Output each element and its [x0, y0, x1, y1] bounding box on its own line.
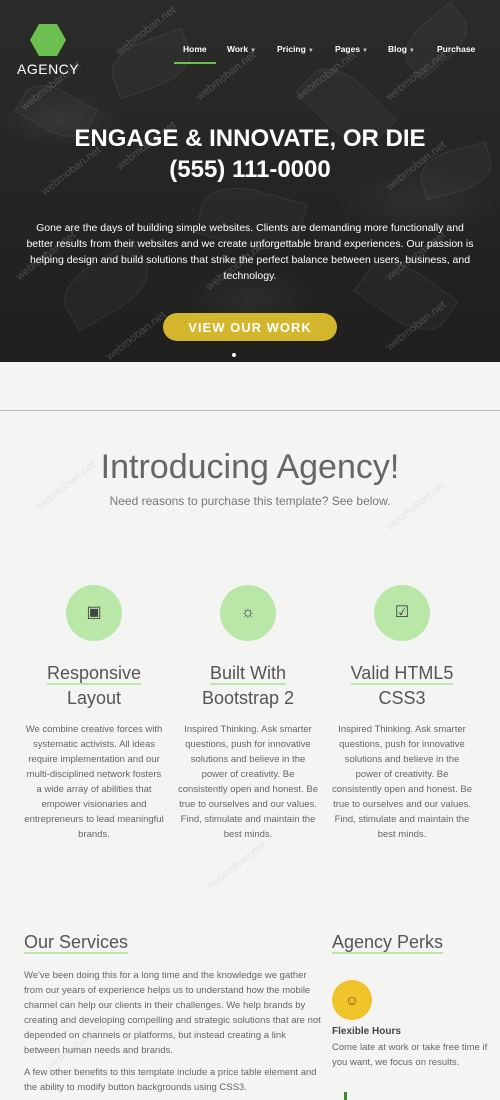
- hero-phone: (555) 111-0000: [169, 156, 331, 183]
- services-paragraph: A few other benefits to this template in…: [24, 1067, 317, 1093]
- decor-leaf: [394, 1, 478, 81]
- feature-title: Built With Bootstrap 2: [201, 663, 295, 708]
- nav-purchase[interactable]: Purchase: [437, 44, 475, 54]
- sun-icon: ☼: [220, 585, 276, 641]
- services-paragraph: We've been doing this for a long time an…: [24, 970, 321, 1056]
- checkbox-icon: ☑: [374, 585, 430, 641]
- hero-section: webmoban.net webmoban.net webmoban.net w…: [0, 0, 500, 362]
- intro-subtitle: Need reasons to purchase this template? …: [109, 494, 391, 508]
- intro-title: Introducing Agency!: [100, 448, 400, 486]
- layout-icon: ▣: [66, 585, 122, 641]
- hero-text: Gone are the days of building simple web…: [26, 222, 474, 282]
- feature-title: Responsive Layout: [46, 663, 142, 708]
- watermark: webmoban.net: [203, 839, 269, 893]
- perks-heading: Agency Perks: [332, 932, 444, 954]
- slider-dot[interactable]: [232, 353, 236, 357]
- chevron-down-icon: ▼: [362, 48, 368, 54]
- section-divider: [0, 410, 500, 411]
- feature-text: We combine creative forces with systemat…: [24, 724, 164, 840]
- smiley-icon: ☺: [332, 980, 372, 1020]
- services-heading: Our Services: [24, 932, 129, 954]
- nav-pricing[interactable]: Pricing ▼: [277, 44, 314, 54]
- watermark: webmoban.net: [103, 309, 169, 362]
- chevron-down-icon: ▼: [250, 48, 257, 54]
- nav-blog[interactable]: Blog ▼: [388, 44, 415, 54]
- main-nav: Home Work ▼ Pricing ▼ Pages ▼ Blog ▼ Purchas…: [0, 44, 500, 64]
- feature-text: Inspired Thinking. Ask smarter questions…: [332, 724, 472, 840]
- chevron-down-icon: ▼: [408, 48, 415, 54]
- nav-home[interactable]: Home: [183, 44, 207, 54]
- view-work-button[interactable]: VIEW OUR WORK: [163, 313, 337, 341]
- perk-icon-partial: [344, 1092, 347, 1100]
- chevron-down-icon: ▼: [307, 48, 314, 54]
- perk-text: Come late at work or take free time if y…: [332, 1042, 488, 1068]
- nav-work[interactable]: Work ▼: [227, 44, 256, 54]
- hero-title: ENGAGE & INNOVATE, OR DIE: [74, 125, 426, 152]
- nav-active-indicator: [174, 62, 216, 64]
- perk-title: Flexible Hours: [332, 1026, 401, 1037]
- feature-text: Inspired Thinking. Ask smarter questions…: [178, 724, 318, 840]
- nav-pages[interactable]: Pages ▼: [335, 44, 368, 54]
- feature-title: Valid HTML5 CSS3: [350, 663, 454, 708]
